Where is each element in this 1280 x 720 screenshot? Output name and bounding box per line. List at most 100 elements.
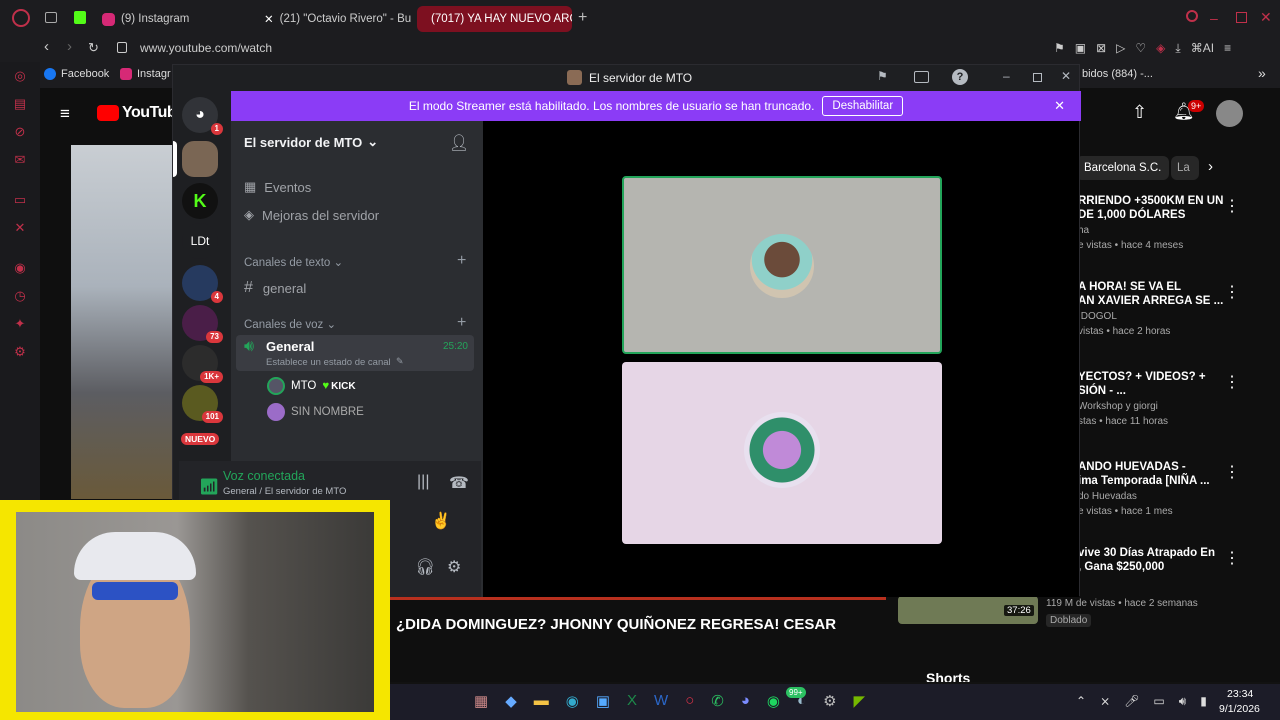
- close-banner-icon[interactable]: ✕: [1054, 98, 1065, 114]
- voice-channel-general[interactable]: 🔊︎ General 25:20 Establece un estado de …: [236, 335, 474, 371]
- tabs-icon[interactable]: ▣: [1075, 41, 1086, 56]
- clock-time[interactable]: 23:34: [1227, 688, 1253, 700]
- headphones-icon[interactable]: 🎧︎: [415, 557, 435, 577]
- signal-icon[interactable]: 📶︎: [199, 477, 219, 497]
- store-icon[interactable]: ▣: [596, 692, 610, 710]
- rec-more-icon[interactable]: ⋮: [1224, 282, 1240, 302]
- new-tab-button[interactable]: +: [578, 9, 587, 27]
- rec-item[interactable]: A HORA! SE VA EL AN XAVIER ARREGA SE ...…: [1078, 281, 1238, 337]
- rec-more-icon[interactable]: ⋮: [1224, 462, 1240, 482]
- discord-home-icon[interactable]: ◕ 1: [182, 97, 223, 135]
- close-icon[interactable]: ✕: [1260, 9, 1272, 26]
- ai-icon[interactable]: ⌘AI: [1191, 41, 1214, 56]
- server-mto[interactable]: [182, 141, 218, 177]
- chevron-right-icon[interactable]: »: [1258, 65, 1266, 81]
- help-icon[interactable]: ?: [952, 69, 968, 85]
- events-item[interactable]: ▦ Eventos: [244, 179, 311, 195]
- server-item[interactable]: 101: [182, 385, 223, 423]
- rail-settings-icon[interactable]: ⚙: [12, 344, 28, 360]
- voice-tile-mto[interactable]: [622, 176, 942, 354]
- rec-more-icon[interactable]: ⋮: [1224, 372, 1240, 392]
- settings-icon[interactable]: ⚙: [823, 692, 836, 710]
- bookmark-right[interactable]: bidos (884) -...: [1082, 68, 1153, 80]
- minimize-icon[interactable]: –: [1003, 69, 1010, 83]
- rail-mail-icon[interactable]: ✉: [12, 152, 28, 168]
- workspace-icon[interactable]: [45, 12, 57, 23]
- edge-icon[interactable]: ◉: [566, 692, 579, 710]
- screen-share-icon[interactable]: [914, 71, 929, 83]
- rail-puzzle-icon[interactable]: ✦: [12, 316, 28, 332]
- activity-icon[interactable]: ✌: [431, 511, 451, 531]
- opera-logo-icon[interactable]: [12, 9, 30, 27]
- close-icon[interactable]: ✕: [1061, 69, 1071, 83]
- network-off-icon[interactable]: ⨯: [1100, 694, 1110, 709]
- pencil-icon[interactable]: ✎: [396, 356, 404, 367]
- invite-icon[interactable]: 👤︎: [449, 133, 469, 153]
- search-icon[interactable]: [1186, 10, 1198, 22]
- tab-youtube[interactable]: (7017) YA HAY NUEVO ARG: [417, 6, 572, 32]
- rail-x-icon[interactable]: ✕: [12, 220, 28, 236]
- rail-tools-icon[interactable]: ⊘: [12, 124, 28, 140]
- shorts-label[interactable]: Shorts: [926, 670, 970, 682]
- tab-instagram[interactable]: (9) Instagram: [94, 6, 254, 32]
- voice-tile-sin-nombre[interactable]: [622, 362, 942, 544]
- maximize-icon[interactable]: [1033, 73, 1042, 82]
- battery-icon[interactable]: ▮: [1200, 694, 1207, 709]
- channel-general-text[interactable]: # general: [244, 279, 306, 297]
- chip-la[interactable]: La: [1171, 156, 1199, 180]
- noise-suppression-icon[interactable]: |||: [417, 473, 429, 491]
- server-item[interactable]: 1K+: [182, 345, 223, 383]
- forward-icon[interactable]: ›: [67, 38, 72, 55]
- settings-icon[interactable]: ⚙: [447, 557, 461, 577]
- server-item[interactable]: 4: [182, 265, 223, 303]
- word-icon[interactable]: W: [654, 692, 668, 710]
- disconnect-icon[interactable]: ☎: [449, 473, 469, 493]
- mic-icon[interactable]: 🎤︎: [1124, 694, 1139, 709]
- text-category[interactable]: Canales de texto ⌄: [244, 255, 343, 269]
- chevron-right-icon[interactable]: ›: [1208, 158, 1213, 175]
- tab-x[interactable]: ✕ (21) "Octavio Rivero" - Bu: [256, 6, 411, 32]
- rail-history-icon[interactable]: ◷: [12, 288, 28, 304]
- rec-item[interactable]: YECTOS? + VIDEOS? + SIÓN - ... Workshop …: [1078, 371, 1238, 427]
- flag-icon[interactable]: ⚑: [877, 69, 888, 83]
- adblock-icon[interactable]: ⊠: [1096, 41, 1106, 56]
- voice-category[interactable]: Canales de voz ⌄: [244, 317, 336, 331]
- folder-icon[interactable]: ▬: [534, 692, 549, 710]
- snapshot-icon[interactable]: ⚑: [1054, 41, 1065, 56]
- rail-extension-icon[interactable]: ▤: [12, 96, 28, 112]
- nvidia-icon[interactable]: ◤: [854, 692, 866, 710]
- menu-icon[interactable]: ≡: [1224, 41, 1231, 56]
- reload-icon[interactable]: ↻: [88, 40, 99, 56]
- excel-icon[interactable]: X: [627, 692, 637, 710]
- url-field[interactable]: www.youtube.com/watch: [140, 41, 272, 55]
- bookmark-instagram[interactable]: Instagr: [120, 68, 171, 80]
- hamburger-icon[interactable]: ≡: [60, 104, 70, 124]
- widgets-icon[interactable]: ▦: [474, 692, 488, 710]
- add-text-channel-icon[interactable]: +: [457, 252, 466, 270]
- server-kick[interactable]: K: [182, 183, 218, 219]
- avatar[interactable]: [1216, 100, 1243, 127]
- send-icon[interactable]: ▷: [1116, 41, 1125, 56]
- minimize-icon[interactable]: –: [1210, 10, 1218, 26]
- voice-status[interactable]: Establece un estado de canal: [266, 357, 391, 368]
- boosts-item[interactable]: ◈ Mejoras del servidor: [244, 207, 379, 223]
- bookmark-facebook[interactable]: Facebook: [44, 68, 109, 80]
- maximize-icon[interactable]: [1236, 12, 1247, 23]
- chip-barcelona[interactable]: Barcelona S.C.: [1076, 156, 1170, 180]
- copilot-icon[interactable]: ◆: [505, 692, 517, 710]
- server-header[interactable]: El servidor de MTO ⌄: [244, 134, 378, 150]
- back-icon[interactable]: ‹: [44, 38, 49, 55]
- volume-icon[interactable]: 🔊︎: [1179, 694, 1187, 709]
- rail-aria-icon[interactable]: ◎: [12, 68, 28, 84]
- disable-streamer-button[interactable]: Deshabilitar: [822, 96, 904, 116]
- video-player[interactable]: [71, 145, 172, 499]
- rec-more-icon[interactable]: ⋮: [1224, 196, 1240, 216]
- rec-item[interactable]: RRIENDO +3500KM EN UN DE 1,000 DÓLARES h…: [1078, 195, 1238, 251]
- chevron-up-icon[interactable]: ⌃: [1076, 694, 1086, 709]
- whatsapp-icon[interactable]: ✆: [711, 692, 724, 710]
- voice-member[interactable]: MTO ♥ KICK: [267, 377, 356, 395]
- add-voice-channel-icon[interactable]: +: [457, 314, 466, 332]
- upload-icon[interactable]: ⇧: [1132, 102, 1147, 123]
- opera-icon[interactable]: ○: [685, 692, 694, 710]
- download-icon[interactable]: ⤓: [1175, 41, 1180, 56]
